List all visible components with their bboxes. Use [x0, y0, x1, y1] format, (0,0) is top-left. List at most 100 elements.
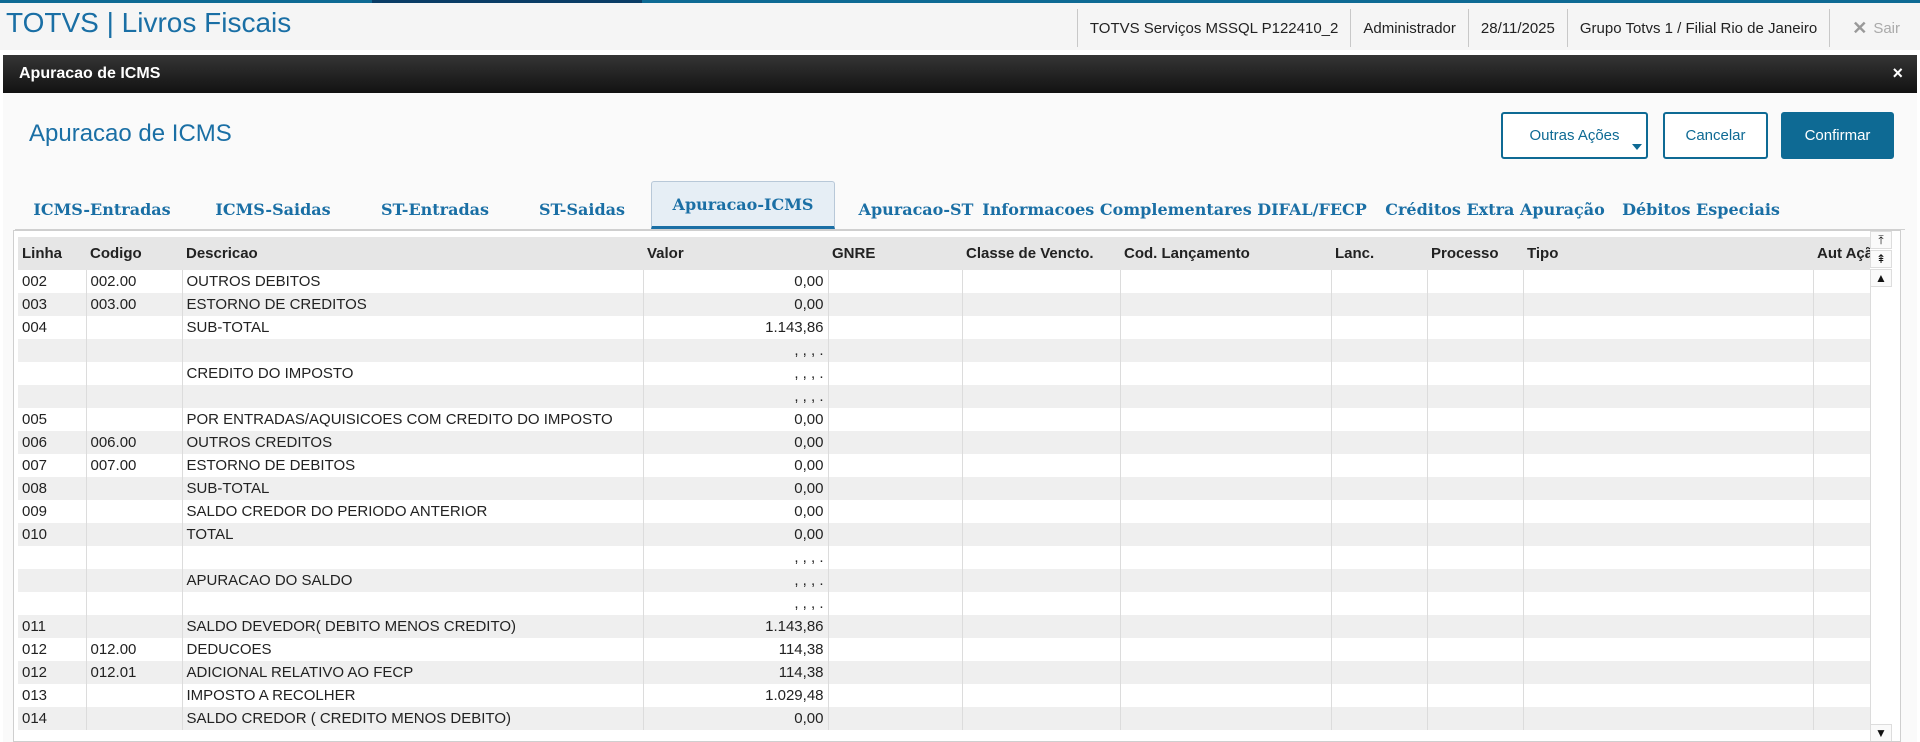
table-cell[interactable]	[1331, 500, 1428, 523]
table-cell[interactable]: 1.143,86	[643, 316, 829, 339]
table-cell[interactable]	[1813, 316, 1871, 339]
table-cell[interactable]	[1331, 316, 1428, 339]
table-cell[interactable]: 012.01	[86, 661, 183, 684]
table-cell[interactable]	[86, 362, 183, 385]
table-cell[interactable]	[1331, 270, 1428, 293]
table-cell[interactable]	[828, 661, 963, 684]
table-cell[interactable]	[962, 707, 1121, 730]
table-cell[interactable]	[1813, 293, 1871, 316]
table-cell[interactable]	[1120, 523, 1332, 546]
table-cell[interactable]	[1331, 477, 1428, 500]
table-cell[interactable]: 013	[18, 684, 87, 707]
table-cell[interactable]	[828, 316, 963, 339]
table-cell[interactable]	[1120, 661, 1332, 684]
table-cell[interactable]	[962, 638, 1121, 661]
table-cell[interactable]: 0,00	[643, 293, 829, 316]
table-cell[interactable]	[1331, 661, 1428, 684]
table-cell[interactable]	[1120, 546, 1332, 569]
table-cell[interactable]	[1427, 569, 1524, 592]
table-cell[interactable]	[1813, 477, 1871, 500]
table-cell[interactable]	[962, 270, 1121, 293]
table-cell[interactable]: DEDUCOES	[182, 638, 644, 661]
table-cell[interactable]	[828, 684, 963, 707]
table-cell[interactable]	[18, 592, 87, 615]
table-cell[interactable]	[86, 592, 183, 615]
table-cell[interactable]: 006	[18, 431, 87, 454]
table-cell[interactable]	[1523, 615, 1814, 638]
table-cell[interactable]: 0,00	[643, 477, 829, 500]
column-header[interactable]: Linha	[18, 237, 86, 270]
table-cell[interactable]	[1813, 615, 1871, 638]
table-cell[interactable]	[1331, 615, 1428, 638]
table-cell[interactable]	[828, 362, 963, 385]
table-cell[interactable]	[1427, 615, 1524, 638]
table-cell[interactable]	[1427, 523, 1524, 546]
table-cell[interactable]	[1120, 316, 1332, 339]
scroll-top-icon[interactable]: ⤒	[1870, 231, 1892, 249]
table-cell[interactable]: 002	[18, 270, 87, 293]
table-cell[interactable]	[1813, 339, 1871, 362]
table-cell[interactable]	[1523, 270, 1814, 293]
table-cell[interactable]	[1331, 339, 1428, 362]
table-cell[interactable]	[962, 431, 1121, 454]
table-row[interactable]: , , , .	[18, 385, 1871, 408]
table-cell[interactable]: 012	[18, 638, 87, 661]
table-cell[interactable]	[86, 408, 183, 431]
table-cell[interactable]	[962, 523, 1121, 546]
table-cell[interactable]: SUB-TOTAL	[182, 316, 644, 339]
table-cell[interactable]	[962, 316, 1121, 339]
table-cell[interactable]	[1427, 546, 1524, 569]
table-cell[interactable]	[828, 569, 963, 592]
table-cell[interactable]	[828, 707, 963, 730]
table-cell[interactable]	[1427, 431, 1524, 454]
table-cell[interactable]	[1813, 500, 1871, 523]
table-cell[interactable]: , , , .	[643, 592, 829, 615]
table-cell[interactable]: APURACAO DO SALDO	[182, 569, 644, 592]
table-cell[interactable]	[962, 684, 1121, 707]
table-cell[interactable]	[1523, 362, 1814, 385]
column-header[interactable]: Descricao	[182, 237, 643, 270]
table-cell[interactable]	[1120, 385, 1332, 408]
table-cell[interactable]	[1813, 707, 1871, 730]
table-cell[interactable]	[1523, 523, 1814, 546]
table-cell[interactable]	[86, 523, 183, 546]
table-cell[interactable]	[828, 408, 963, 431]
table-row[interactable]: 004 SUB-TOTAL 1.143,86	[18, 316, 1871, 339]
table-cell[interactable]: 008	[18, 477, 87, 500]
table-cell[interactable]: OUTROS DEBITOS	[182, 270, 644, 293]
table-cell[interactable]	[182, 546, 644, 569]
table-cell[interactable]	[1331, 546, 1428, 569]
column-header[interactable]: GNRE	[828, 237, 962, 270]
table-cell[interactable]	[828, 592, 963, 615]
table-cell[interactable]: 011	[18, 615, 87, 638]
table-row[interactable]: 003 003.00 ESTORNO DE CREDITOS 0,00	[18, 293, 1871, 316]
table-row[interactable]: APURACAO DO SALDO, , , .	[18, 569, 1871, 592]
table-row[interactable]: 011 SALDO DEVEDOR( DEBITO MENOS CREDITO) 1…	[18, 615, 1871, 638]
table-cell[interactable]	[86, 615, 183, 638]
table-row[interactable]: , , , .	[18, 546, 1871, 569]
table-cell[interactable]	[1120, 500, 1332, 523]
table-cell[interactable]	[1523, 477, 1814, 500]
table-cell[interactable]	[962, 615, 1121, 638]
table-cell[interactable]	[1331, 431, 1428, 454]
table-cell[interactable]: 0,00	[643, 270, 829, 293]
table-cell[interactable]: OUTROS CREDITOS	[182, 431, 644, 454]
table-row[interactable]: 014 SALDO CREDOR ( CREDITO MENOS DEBITO) 0…	[18, 707, 1871, 730]
table-cell[interactable]	[828, 477, 963, 500]
table-cell[interactable]	[182, 339, 644, 362]
tab-debitos-especiais[interactable]: Débitos Especiais	[1603, 189, 1799, 229]
table-cell[interactable]	[18, 546, 87, 569]
table-row[interactable]: , , , .	[18, 592, 1871, 615]
table-cell[interactable]	[1523, 684, 1814, 707]
table-cell[interactable]	[86, 339, 183, 362]
table-cell[interactable]	[1813, 592, 1871, 615]
table-cell[interactable]	[962, 661, 1121, 684]
column-header[interactable]: Valor	[643, 237, 828, 270]
table-cell[interactable]	[1523, 661, 1814, 684]
table-cell[interactable]	[962, 569, 1121, 592]
table-cell[interactable]	[1427, 316, 1524, 339]
table-cell[interactable]	[828, 615, 963, 638]
table-cell[interactable]	[1331, 592, 1428, 615]
table-cell[interactable]	[1427, 454, 1524, 477]
table-cell[interactable]	[1120, 707, 1332, 730]
